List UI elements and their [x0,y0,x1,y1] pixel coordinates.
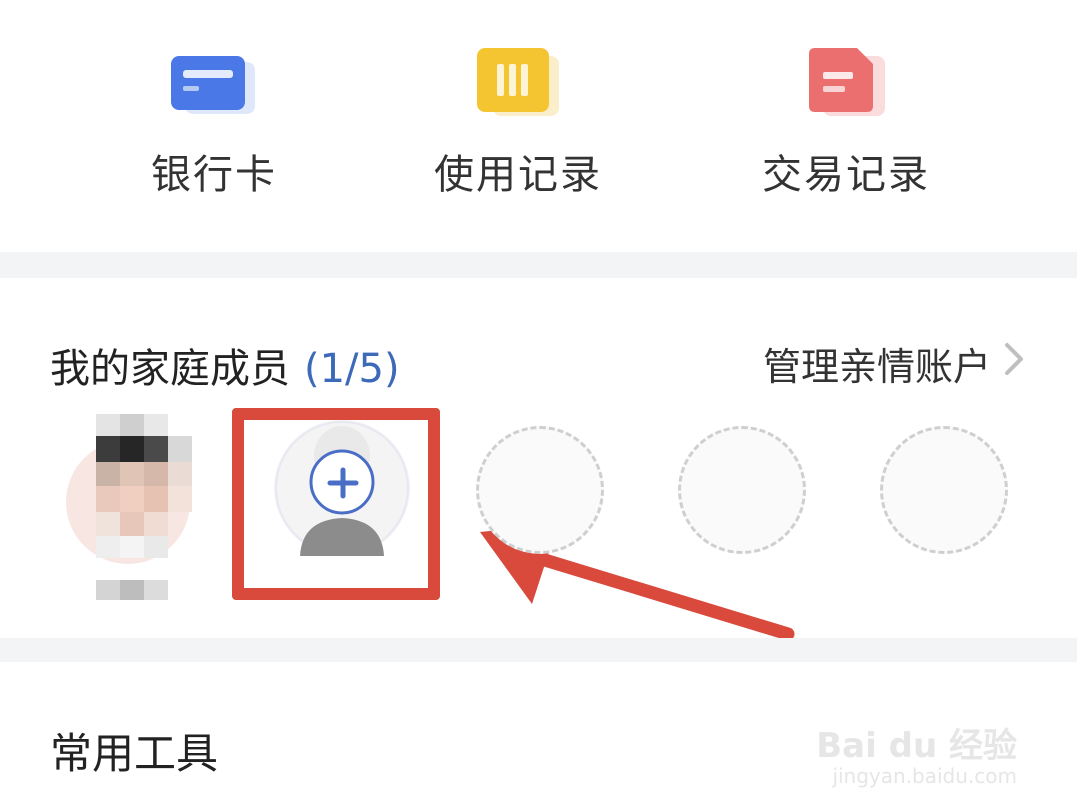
quick-actions-row: 银行卡 使用记录 交易记录 [0,0,1077,252]
quick-action-bank-card[interactable]: 银行卡 [104,40,324,200]
empty-member-slot [476,426,604,554]
manage-family-account-link[interactable]: 管理亲情账户 [763,336,1027,391]
family-member-avatar[interactable] [64,414,204,614]
quick-action-label: 银行卡 [151,152,277,198]
section-divider [0,252,1077,278]
baidu-watermark: Bai du 经验 jingyan.baidu.com [816,725,1017,788]
family-title-text: 我的家庭成员 [50,346,290,392]
transaction-record-icon [801,40,891,120]
plus-icon [323,463,363,503]
quick-action-label: 使用记录 [434,152,602,198]
empty-member-slot [678,426,806,554]
watermark-url: jingyan.baidu.com [832,764,1017,788]
quick-action-label: 交易记录 [762,152,930,198]
quick-action-transaction-record[interactable]: 交易记录 [736,40,956,200]
usage-record-icon [473,40,563,120]
quick-action-usage-record[interactable]: 使用记录 [408,40,628,200]
chevron-right-icon [999,341,1027,386]
manage-family-label: 管理亲情账户 [762,345,991,389]
watermark-brand: Bai du 经验 [816,725,1017,766]
family-count: (1/5) [304,346,400,392]
family-title: 我的家庭成员 (1/5) [50,336,400,394]
add-family-member-button[interactable] [232,408,440,600]
section-divider [0,638,1077,662]
bank-card-icon [169,40,259,120]
tools-title: 常用工具 [50,729,219,778]
family-members-section: 我的家庭成员 (1/5) 管理亲情账户 [0,278,1077,641]
empty-member-slot [880,426,1008,554]
